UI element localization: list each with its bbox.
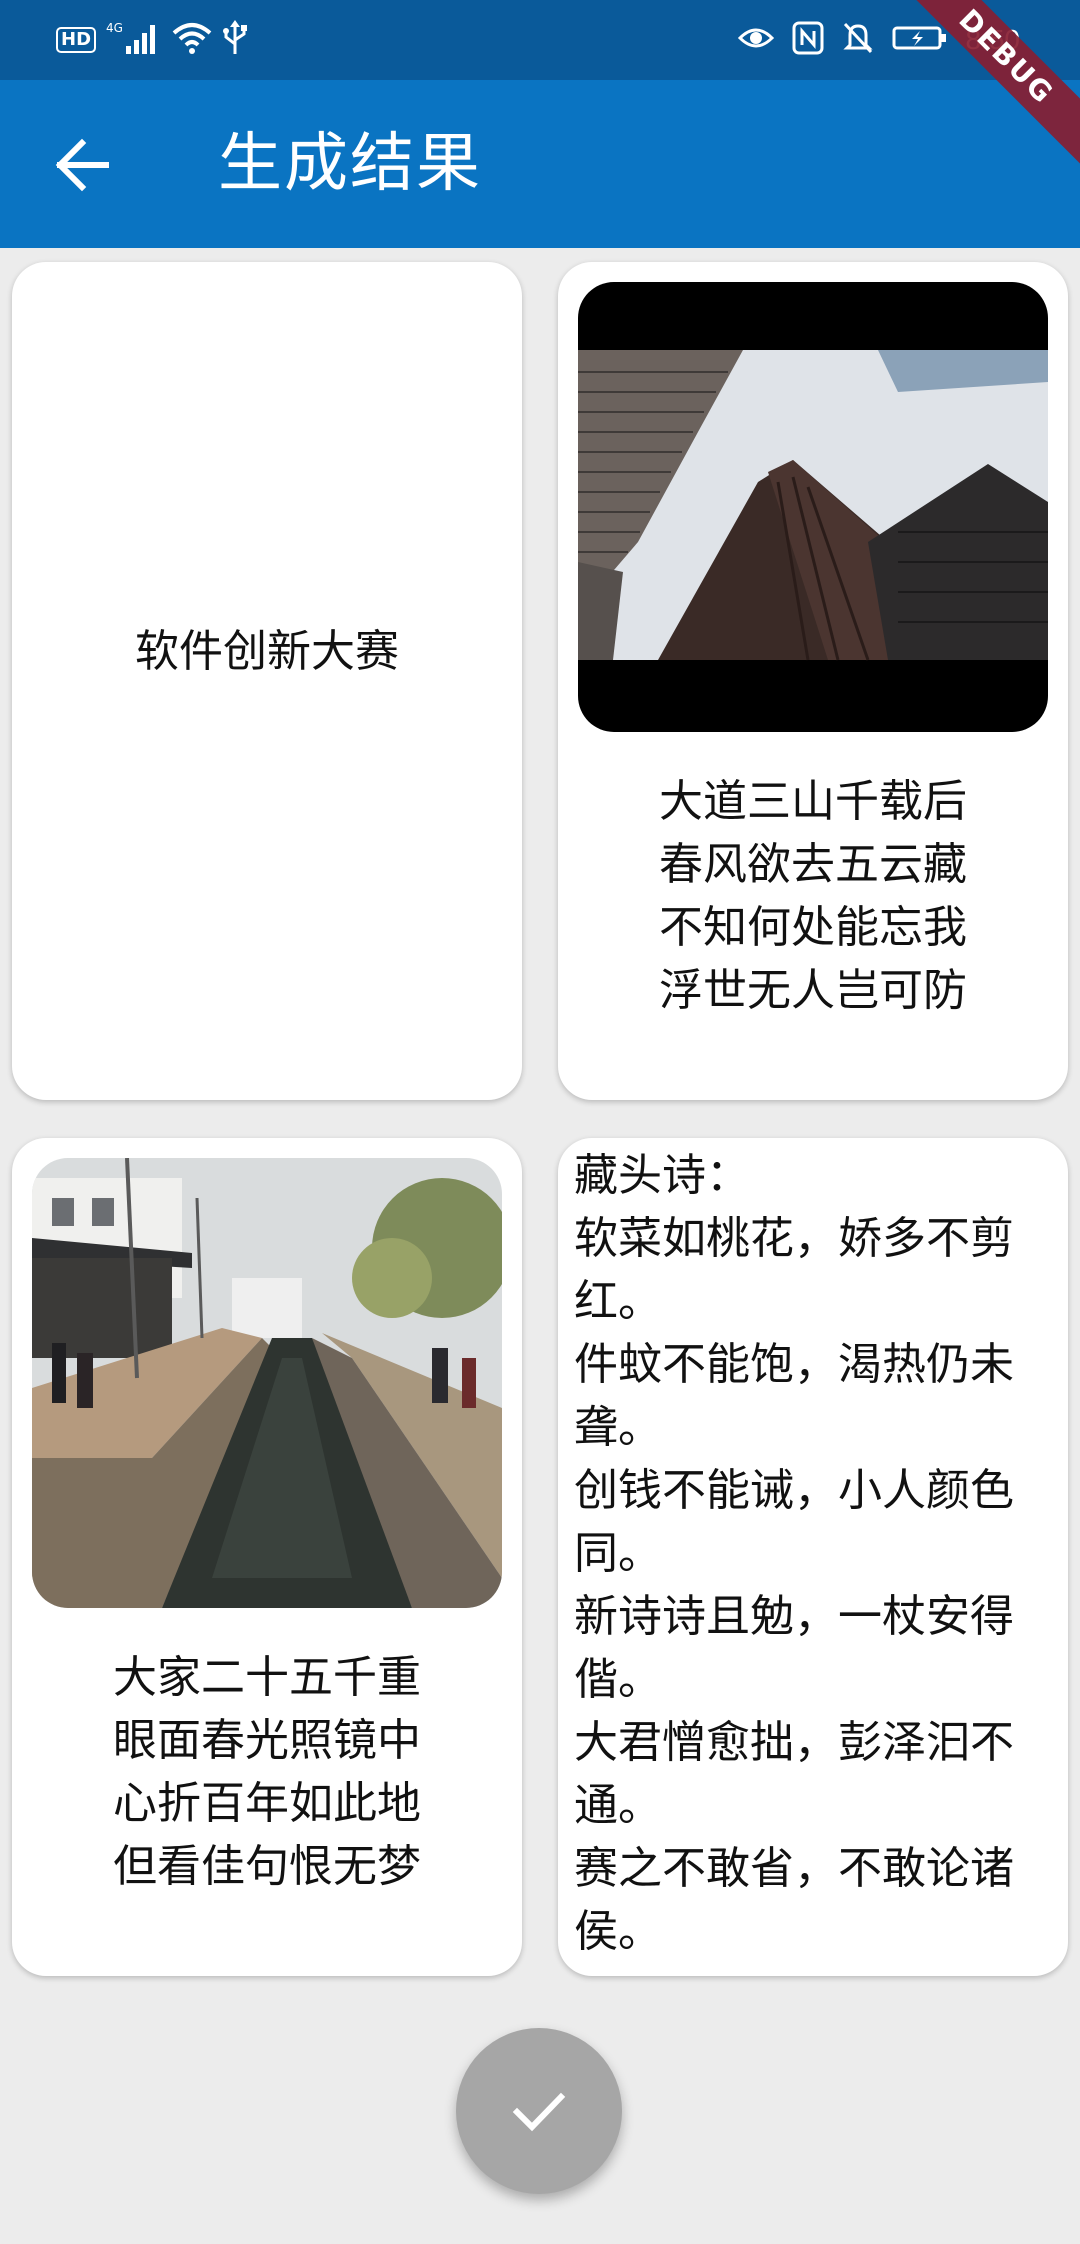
acrostic-line: 大君憎愈拙，彭泽汩不通。 xyxy=(574,1717,1014,1831)
poem-text: 大家二十五千重 眼面春光照镜中 心折百年如此地 但看佳句恨无梦 xyxy=(12,1646,522,1898)
card-title: 软件创新大赛 xyxy=(135,626,399,677)
acrostic-heading: 藏头诗： xyxy=(574,1150,750,1201)
status-bar: HD 4G xyxy=(0,0,1080,80)
result-card-text[interactable]: 软件创新大赛 xyxy=(12,262,522,1100)
poem-line: 春风欲去五云藏 xyxy=(659,839,967,890)
acrostic-line: 件蚊不能饱，渴热仍未聋。 xyxy=(574,1339,1014,1453)
screen: HD 4G 生成结果 DEBUG 软件创新大赛 大道三山千载后 春风欲去五云藏 … xyxy=(0,0,1080,2244)
page-title: 生成结果 xyxy=(218,127,482,201)
nfc-icon xyxy=(792,21,824,59)
poem-line: 浮世无人岂可防 xyxy=(659,965,967,1016)
acrostic-line: 新诗诗且勉，一杖安得偕。 xyxy=(574,1591,1014,1705)
poem-line: 眼面春光照镜中 xyxy=(113,1715,421,1766)
result-card-acrostic[interactable]: 藏头诗： 软菜如桃花，娇多不剪红。 件蚊不能饱，渴热仍未聋。 创钱不能诫，小人颜… xyxy=(558,1138,1068,1976)
acrostic-line: 创钱不能诫，小人颜色同。 xyxy=(574,1465,1014,1579)
result-card-canal[interactable]: 大家二十五千重 眼面春光照镜中 心折百年如此地 但看佳句恨无梦 xyxy=(12,1138,522,1976)
skyscrapers-photo xyxy=(578,282,1048,732)
app-bar: 生成结果 xyxy=(0,80,1080,248)
battery-icon xyxy=(892,24,948,56)
check-icon xyxy=(512,2092,566,2132)
wifi-icon xyxy=(172,21,212,59)
back-button[interactable] xyxy=(48,130,118,200)
status-left: HD 4G xyxy=(56,18,248,62)
confirm-button[interactable] xyxy=(456,2028,622,2194)
result-card-skyscrapers[interactable]: 大道三山千载后 春风欲去五云藏 不知何处能忘我 浮世无人岂可防 xyxy=(558,262,1068,1100)
poem-line: 大道三山千载后 xyxy=(659,776,967,827)
arrow-left-icon xyxy=(55,138,109,192)
mute-icon xyxy=(842,21,874,59)
poem-line: 但看佳句恨无梦 xyxy=(113,1841,421,1892)
poem-text: 大道三山千载后 春风欲去五云藏 不知何处能忘我 浮世无人岂可防 xyxy=(558,770,1068,1022)
poem-line: 大家二十五千重 xyxy=(113,1652,421,1703)
acrostic-line: 赛之不敢省，不敢论诸侯。 xyxy=(574,1843,1014,1957)
acrostic-line: 软菜如桃花，娇多不剪红。 xyxy=(574,1213,1014,1327)
eye-icon xyxy=(737,24,774,56)
acrostic-poem: 藏头诗： 软菜如桃花，娇多不剪红。 件蚊不能饱，渴热仍未聋。 创钱不能诫，小人颜… xyxy=(574,1144,1054,1963)
canal-photo xyxy=(32,1158,502,1608)
signal-icon: 4G xyxy=(106,20,162,60)
usb-icon xyxy=(222,20,248,60)
poem-line: 心折百年如此地 xyxy=(113,1778,421,1829)
network-type-label: 4G xyxy=(106,21,123,35)
poem-line: 不知何处能忘我 xyxy=(659,902,967,953)
hd-badge: HD xyxy=(56,27,97,53)
